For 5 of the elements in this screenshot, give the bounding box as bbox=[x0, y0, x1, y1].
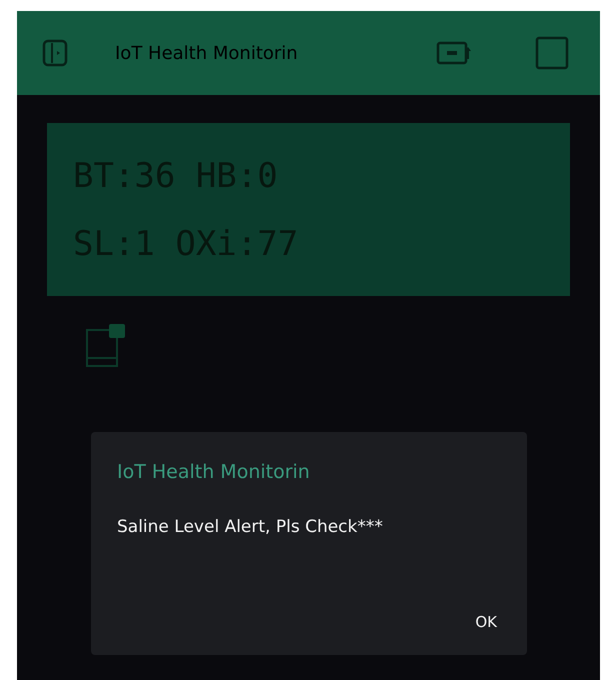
dialog-message: Saline Level Alert, Pls Check*** bbox=[117, 516, 384, 538]
ok-button[interactable]: OK bbox=[471, 610, 501, 633]
dialog-title: IoT Health Monitorin bbox=[117, 460, 311, 485]
square-icon[interactable] bbox=[534, 35, 570, 71]
app-title: IoT Health Monitorin bbox=[115, 42, 298, 66]
